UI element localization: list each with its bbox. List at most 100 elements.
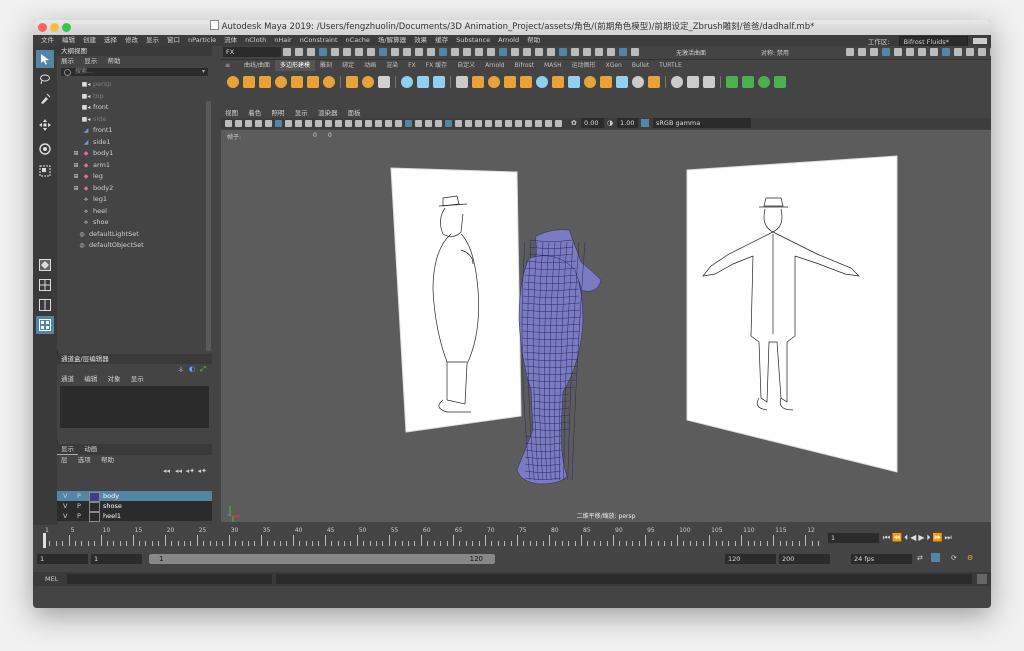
viewport-tool-icon[interactable] [485, 120, 492, 127]
two-pane-layout-icon[interactable] [36, 296, 54, 314]
viewport-tool-icon[interactable] [385, 120, 392, 127]
status-line-tool-icon[interactable] [894, 48, 902, 56]
time-slider[interactable]: 1 5 10 15 20 25 30 35 40 45 50 55 60 65 70 75 80 85 90 95 10… [33, 525, 991, 552]
status-line-tool-icon[interactable] [607, 48, 615, 56]
viewport-tool-icon[interactable] [535, 120, 542, 127]
exposure-icon[interactable]: ✿ [571, 119, 577, 127]
menu-set-dropdown[interactable]: FX [223, 47, 281, 57]
viewport-tool-icon[interactable] [435, 120, 442, 127]
viewport-menu-item[interactable]: 渲染器 [314, 108, 342, 118]
shelf-tool-icon[interactable] [323, 76, 335, 88]
viewport-tool-icon[interactable] [475, 120, 482, 127]
shelf-tool-icon[interactable] [568, 76, 580, 88]
symmetry-label[interactable]: 对称: 禁用 [761, 48, 789, 57]
viewport-tool-icon[interactable] [465, 120, 472, 127]
status-line-tool-icon[interactable] [523, 48, 531, 56]
menu-item[interactable]: 效果 [410, 35, 431, 46]
viewport-tool-icon[interactable] [275, 120, 282, 127]
viewport-tool-icon[interactable] [415, 120, 422, 127]
menu-item[interactable]: nConstraint [296, 35, 342, 46]
menu-item[interactable]: 流体 [220, 35, 241, 46]
move-layer-up-icon[interactable]: ◂◂ [163, 467, 170, 475]
shelf-tool-icon[interactable] [671, 76, 683, 88]
current-frame-marker[interactable] [43, 533, 46, 548]
playback-end-field[interactable]: 120 [725, 554, 776, 564]
shelf-tool-icon[interactable] [417, 76, 429, 88]
shelf-tool-icon[interactable] [648, 76, 660, 88]
layer-visibility-toggle[interactable]: V [63, 491, 67, 501]
shelf-tab[interactable]: FX 缓存 [421, 60, 452, 71]
status-line-tool-icon[interactable] [331, 48, 339, 56]
layer-playback-toggle[interactable]: P [77, 511, 81, 521]
shelf-tool-icon[interactable] [472, 76, 484, 88]
status-line-tool-icon[interactable] [846, 48, 854, 56]
layer-color-swatch[interactable] [89, 512, 100, 522]
shelf-tool-icon[interactable] [520, 76, 532, 88]
status-line-tool-icon[interactable] [918, 48, 926, 56]
shelf-tool-icon[interactable] [456, 76, 468, 88]
status-line-tool-icon[interactable] [619, 48, 627, 56]
shelf-tool-icon[interactable] [584, 76, 596, 88]
tab-display-layers[interactable]: 显示 [57, 444, 78, 455]
shelf-tab[interactable]: FX [403, 60, 421, 71]
move-layer-down-icon[interactable]: ◂◂ [175, 467, 182, 475]
step-forward-key-icon[interactable]: ⏩ [932, 533, 944, 542]
menu-item[interactable]: 场/解算器 [374, 35, 410, 46]
shelf-tab[interactable]: 渲染 [381, 60, 403, 71]
zoom-window-button[interactable] [62, 23, 71, 32]
attribute-editor-icon[interactable]: ◐ [189, 365, 195, 373]
anim-prefs-icon[interactable]: ⚙ [967, 554, 973, 562]
paint-select-tool-icon[interactable] [36, 90, 54, 108]
channel-menu-item[interactable]: 显示 [127, 374, 148, 384]
viewport-menu-item[interactable]: 照明 [267, 108, 288, 118]
shelf-tool-icon[interactable] [275, 76, 287, 88]
status-line-tool-icon[interactable] [499, 48, 507, 56]
tool-settings-icon[interactable]: ⤢ [200, 365, 206, 374]
chevron-down-icon[interactable]: ▾ [202, 68, 205, 76]
shelf-tab[interactable]: 自定义 [452, 60, 480, 71]
viewport-tool-icon[interactable] [455, 120, 462, 127]
status-line-tool-icon[interactable] [535, 48, 543, 56]
status-line-tool-icon[interactable] [559, 48, 567, 56]
menu-item[interactable]: Arnold [494, 35, 523, 46]
shelf-tool-icon[interactable] [758, 76, 770, 88]
channel-box-icon[interactable]: ⚶ [178, 365, 184, 373]
outliner-menu-item[interactable]: 帮助 [103, 56, 124, 66]
menu-item[interactable]: nCache [342, 35, 374, 46]
shelf-tab-menu-icon[interactable]: ≡ [223, 60, 232, 71]
layer-row[interactable]: V Pshose [57, 501, 212, 512]
viewport-tool-icon[interactable] [545, 120, 552, 127]
end-time-field[interactable]: 200 [779, 554, 830, 564]
menu-item[interactable]: 缓存 [431, 35, 452, 46]
shelf-tool-icon[interactable] [433, 76, 445, 88]
status-line-tool-icon[interactable] [571, 48, 579, 56]
step-back-key-icon[interactable]: ⏪ [892, 533, 904, 542]
menu-item[interactable]: 编辑 [58, 35, 79, 46]
status-line-tool-icon[interactable] [283, 48, 291, 56]
menu-item[interactable]: 选择 [100, 35, 121, 46]
single-layout-icon[interactable] [36, 276, 54, 294]
outliner-search-input[interactable]: 搜索... ▾ [61, 68, 208, 76]
status-line-tool-icon[interactable] [511, 48, 519, 56]
status-line-tool-icon[interactable] [403, 48, 411, 56]
outliner-item[interactable]: ■◂ side [57, 114, 212, 126]
live-surface-label[interactable]: 无激活曲面 [676, 48, 706, 57]
outliner-item[interactable]: ⊞ ◆ body2 [57, 183, 212, 195]
viewport-tool-icon[interactable] [225, 120, 232, 127]
viewport-tool-icon[interactable] [525, 120, 532, 127]
new-layer-selected-icon[interactable]: ◂✦ [198, 467, 207, 475]
viewport-tool-icon[interactable] [555, 120, 562, 127]
colorspace-dropdown[interactable]: sRGB gamma [653, 118, 751, 128]
outliner-item[interactable]: ⟡ heel [57, 206, 212, 218]
outliner-item[interactable]: ◢ side1 [57, 137, 212, 149]
viewport-tool-icon[interactable] [515, 120, 522, 127]
playback-start-field[interactable]: 1 [91, 554, 142, 564]
outliner-item[interactable]: ■◂ front [57, 102, 212, 114]
channel-menu-item[interactable]: 编辑 [80, 374, 101, 384]
shelf-tab[interactable]: XGen [601, 60, 627, 71]
shelf-tool-icon[interactable] [346, 76, 358, 88]
status-line-tool-icon[interactable] [427, 48, 435, 56]
status-line-tool-icon[interactable] [319, 48, 327, 56]
outliner-item[interactable]: ⟡ leg1 [57, 194, 212, 206]
shelf-tool-icon[interactable] [687, 76, 699, 88]
